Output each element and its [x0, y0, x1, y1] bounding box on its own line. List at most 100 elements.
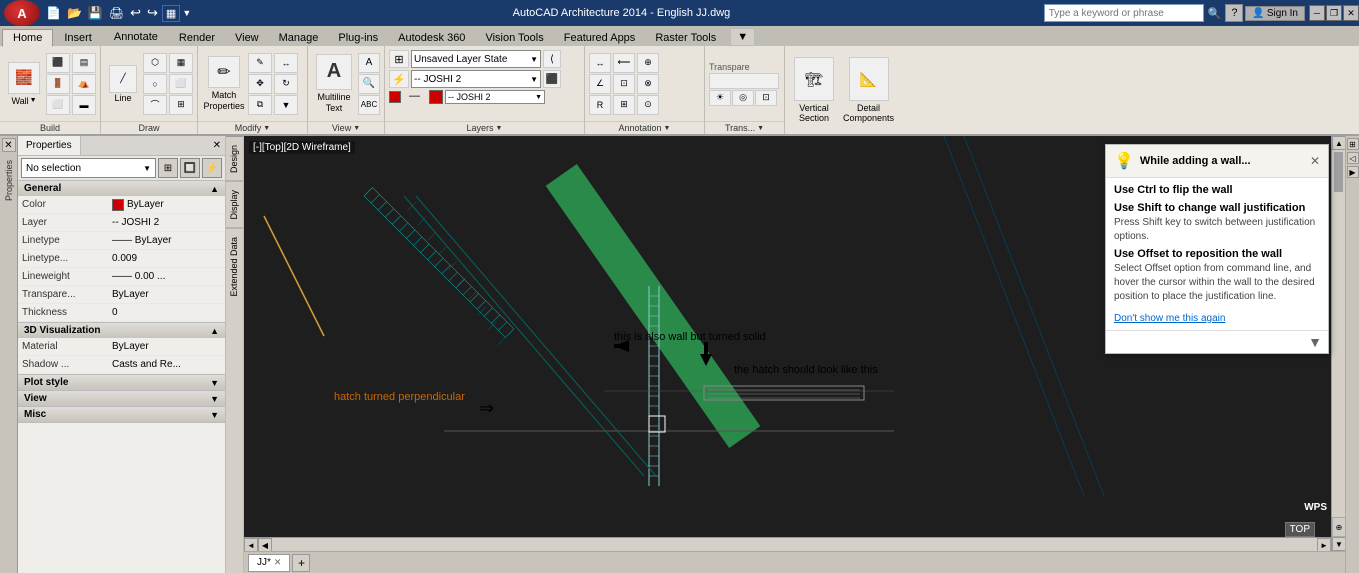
- selection-dropdown[interactable]: No selection▼: [21, 158, 156, 178]
- text-find[interactable]: 🔍: [358, 74, 380, 94]
- modify-copy[interactable]: ⧉: [248, 95, 272, 115]
- properties-sidebar-label[interactable]: Properties: [4, 160, 14, 201]
- tab-insert[interactable]: Insert: [53, 29, 103, 46]
- view-section[interactable]: View ▼: [18, 391, 225, 407]
- qat-undo[interactable]: ↩: [128, 4, 143, 22]
- design-tab[interactable]: Design: [226, 136, 243, 181]
- qat-save[interactable]: 💾: [86, 5, 105, 21]
- scroll-right-button[interactable]: ►: [1317, 538, 1331, 552]
- layer-prev[interactable]: ⟨: [543, 50, 561, 68]
- layer-iso[interactable]: ⬛: [543, 70, 561, 88]
- stair-button[interactable]: ▤: [72, 53, 96, 73]
- display-tab[interactable]: Display: [226, 181, 243, 228]
- qat-redo[interactable]: ↪: [145, 4, 160, 22]
- app-button[interactable]: A: [4, 0, 40, 26]
- linetype-button[interactable]: —: [409, 90, 427, 104]
- modify-edit[interactable]: ✎: [248, 53, 272, 73]
- anno-table-btn[interactable]: ⊞: [613, 95, 635, 115]
- roof-button[interactable]: ⛺: [72, 74, 96, 94]
- mark-up2[interactable]: ⊗: [637, 74, 659, 94]
- select-all-icon[interactable]: ⊞: [158, 158, 178, 178]
- transparency-slider[interactable]: [709, 73, 779, 89]
- drawing-tab-jj[interactable]: JJ* ✕: [248, 554, 290, 572]
- tab-featured-apps[interactable]: Featured Apps: [554, 30, 646, 46]
- door-button[interactable]: 🚪: [46, 74, 70, 94]
- ucs-button[interactable]: ⊡: [755, 90, 777, 106]
- multiline-text-button[interactable]: A Multiline Text: [312, 52, 356, 116]
- general-section-header[interactable]: General ▲: [18, 181, 225, 196]
- anno-leader[interactable]: ⟵: [613, 53, 635, 73]
- tooltip-close-button[interactable]: ✕: [1310, 154, 1320, 168]
- qat-print[interactable]: 🖨: [107, 5, 126, 21]
- nav-cube-top[interactable]: ⊕: [1332, 517, 1345, 537]
- line-button[interactable]: ╱ Line: [105, 52, 141, 116]
- tab-plugins[interactable]: Plug-ins: [328, 30, 388, 46]
- text-spell[interactable]: ABC: [358, 95, 380, 115]
- right-panel-btn3[interactable]: ▶: [1347, 166, 1359, 178]
- prop-panel-close[interactable]: ✕: [209, 140, 225, 151]
- tab-autodesk360[interactable]: Autodesk 360: [388, 30, 475, 46]
- vertical-section-icon[interactable]: 🏗: [794, 57, 834, 101]
- layer-current-button[interactable]: ⚡: [389, 70, 409, 88]
- tab-manage[interactable]: Manage: [269, 30, 329, 46]
- nav-cube-label[interactable]: TOP: [1285, 522, 1315, 537]
- close-button[interactable]: ✕: [1343, 5, 1359, 21]
- section-icon[interactable]: 📐: [849, 57, 889, 101]
- mark-up3[interactable]: ⊙: [637, 95, 659, 115]
- dim-angular[interactable]: ∠: [589, 74, 611, 94]
- anno-tolerance[interactable]: ⊡: [613, 74, 635, 94]
- sidebar-toggle[interactable]: ✕: [2, 138, 16, 152]
- qat-open[interactable]: 📂: [65, 5, 84, 21]
- draw-circle[interactable]: ○: [143, 74, 167, 94]
- light-toggle[interactable]: ☀: [709, 90, 731, 106]
- scroll-up-button[interactable]: ▲: [1332, 136, 1345, 150]
- column-button[interactable]: ⬛: [46, 53, 70, 73]
- layer-state-button[interactable]: ⊞: [389, 50, 409, 68]
- match-properties-button[interactable]: ✏ Match Properties: [202, 52, 246, 116]
- tab-raster-tools[interactable]: Raster Tools: [645, 30, 726, 46]
- qat-workspace[interactable]: ▦: [162, 5, 180, 22]
- tab-close-icon[interactable]: ✕: [274, 557, 282, 568]
- slab-button[interactable]: ▬: [72, 95, 96, 115]
- modify-move[interactable]: ✥: [248, 74, 272, 94]
- draw-arc[interactable]: ⌒: [143, 95, 167, 115]
- add-tab-button[interactable]: +: [292, 554, 310, 572]
- tab-vision-tools[interactable]: Vision Tools: [475, 30, 553, 46]
- modify-more[interactable]: ▼: [274, 95, 298, 115]
- tab-menu-extra[interactable]: ▼: [730, 28, 755, 46]
- restore-button[interactable]: ❐: [1326, 5, 1342, 21]
- dim-linear[interactable]: ↔: [589, 53, 611, 73]
- plot-style-section[interactable]: Plot style ▼: [18, 375, 225, 391]
- search-icon[interactable]: 🔍: [1208, 7, 1222, 20]
- select-filter-icon[interactable]: ⚡: [202, 158, 222, 178]
- sign-in-button[interactable]: 👤 Sign In: [1245, 6, 1305, 21]
- scroll-pan[interactable]: ◀: [258, 538, 272, 552]
- misc-section[interactable]: Misc ▼: [18, 407, 225, 423]
- layer-color-dropdown[interactable]: -- JOSHI 2▼: [445, 90, 545, 104]
- draw-region[interactable]: ⬜: [169, 74, 193, 94]
- right-panel-btn2[interactable]: ◁: [1347, 152, 1359, 164]
- text-edit[interactable]: A: [358, 53, 380, 73]
- right-panel-btn1[interactable]: ⊞: [1347, 138, 1359, 150]
- dont-show-link[interactable]: Don't show me this again: [1114, 313, 1225, 324]
- isolate-button[interactable]: ◎: [732, 90, 754, 106]
- qat-dropdown[interactable]: ▼: [182, 8, 191, 18]
- red-swatch[interactable]: [429, 90, 443, 104]
- draw-hatch[interactable]: ▦: [169, 53, 193, 73]
- layer-current-dropdown[interactable]: -- JOSHI 2▼: [411, 70, 541, 88]
- mark-up1[interactable]: ⊕: [637, 53, 659, 73]
- layer-state-dropdown[interactable]: Unsaved Layer State▼: [411, 50, 541, 68]
- extended-data-tab[interactable]: Extended Data: [226, 228, 243, 305]
- tooltip-scroll-down[interactable]: ▼: [1308, 334, 1322, 350]
- draw-poly[interactable]: ⬡: [143, 53, 167, 73]
- quick-select-icon[interactable]: 🔲: [180, 158, 200, 178]
- minimize-button[interactable]: ─: [1309, 5, 1325, 21]
- draw-table[interactable]: ⊞: [169, 95, 193, 115]
- tab-annotate[interactable]: Annotate: [103, 28, 169, 46]
- help-icon[interactable]: ?: [1225, 4, 1243, 22]
- qat-new[interactable]: 📄: [44, 5, 63, 21]
- modify-rotate[interactable]: ↻: [274, 74, 298, 94]
- scroll-left-button[interactable]: ◄: [244, 538, 258, 552]
- scroll-down-button[interactable]: ▼: [1332, 537, 1345, 551]
- tab-home[interactable]: Home: [2, 29, 53, 47]
